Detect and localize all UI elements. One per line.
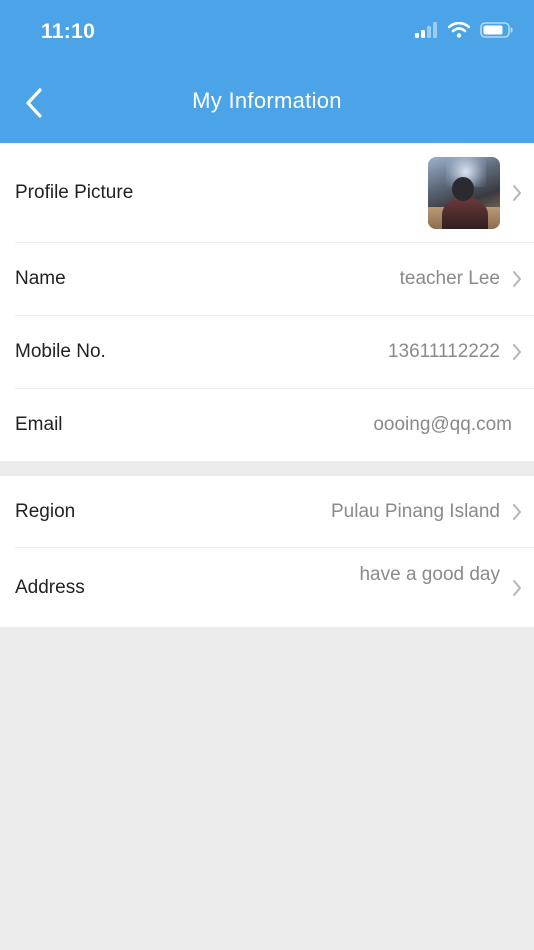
chevron-right-icon: [500, 476, 534, 547]
name-row[interactable]: Name teacher Lee: [15, 243, 534, 316]
mobile-label: Mobile No.: [15, 341, 106, 362]
address-row[interactable]: Address have a good day: [15, 548, 534, 627]
name-label: Name: [15, 268, 66, 289]
battery-icon: [480, 22, 513, 38]
mobile-value: 13611112222: [387, 341, 500, 362]
name-value: teacher Lee: [399, 268, 500, 289]
status-icons: [414, 22, 514, 38]
region-row[interactable]: Region Pulau Pinang Island: [15, 476, 534, 548]
profile-picture-row[interactable]: Profile Picture: [15, 143, 534, 243]
status-time: 11:10: [41, 20, 96, 43]
region-value: Pulau Pinang Island: [330, 500, 500, 522]
wifi-icon: [448, 22, 470, 38]
chevron-right-icon: [500, 316, 534, 388]
signal-icon: [415, 22, 437, 38]
email-label: Email: [15, 414, 63, 435]
profile-picture-label: Profile Picture: [15, 181, 134, 203]
chevron-right-icon: [500, 548, 534, 627]
avatar[interactable]: [428, 156, 500, 229]
app-header: 11:10 My Information: [0, 0, 534, 143]
region-label: Region: [15, 500, 76, 522]
profile-section: Profile Picture Name teacher Lee Mobile …: [0, 143, 534, 461]
email-value: oooing@qq.com: [373, 414, 512, 435]
page-title: My Information: [192, 88, 342, 113]
chevron-right-icon: [500, 143, 534, 242]
address-label: Address: [15, 576, 85, 598]
chevron-right-icon: [500, 243, 534, 315]
mobile-row[interactable]: Mobile No. 13611112222: [15, 316, 534, 389]
email-row: Email oooing@qq.com: [15, 389, 534, 461]
address-value: have a good day: [359, 564, 500, 585]
location-section: Region Pulau Pinang Island Address have …: [0, 476, 534, 627]
